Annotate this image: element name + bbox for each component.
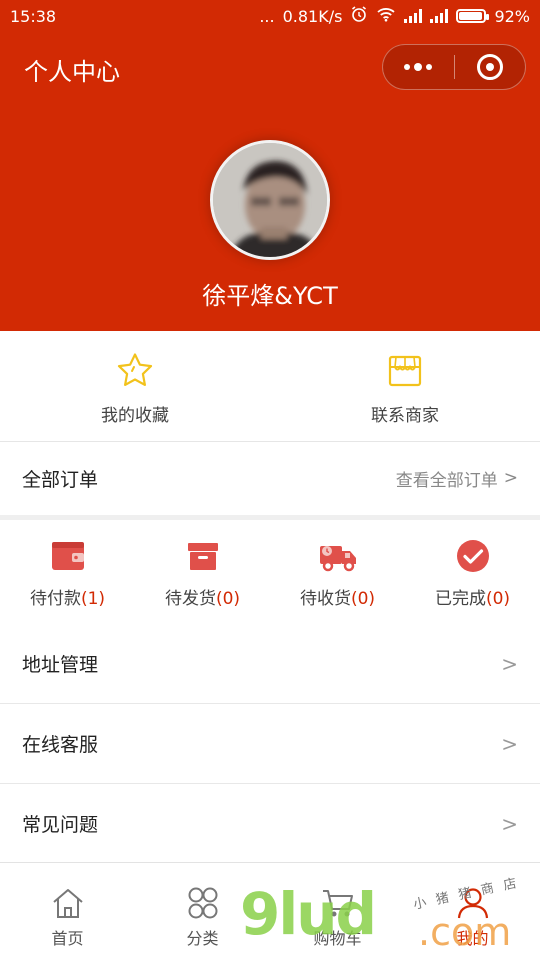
battery-percent: 92% xyxy=(494,6,530,26)
tab-cart[interactable]: 购物车 xyxy=(270,863,405,960)
close-mini-program-button[interactable] xyxy=(455,45,526,89)
tab-category[interactable]: 分类 xyxy=(135,863,270,960)
box-icon xyxy=(185,538,221,578)
order-status-row: 待付款(1) 待发货(0) 待收货(0) 已完成(0) xyxy=(0,520,540,622)
tab-label: 购物车 xyxy=(313,929,362,948)
pending-payment-button[interactable]: 待付款(1) xyxy=(0,520,135,622)
chevron-right-icon: > xyxy=(501,651,518,676)
grid-icon xyxy=(185,887,221,923)
tab-label: 首页 xyxy=(51,929,84,948)
wifi-icon xyxy=(376,6,396,26)
tab-mine[interactable]: 我的 xyxy=(405,863,540,960)
chevron-right-icon: > xyxy=(503,468,518,488)
status-bar: 15:38 ... 0.81K/s 92% xyxy=(0,0,540,32)
network-speed: 0.81K/s xyxy=(282,6,343,26)
completed-count: (0) xyxy=(485,589,511,609)
mini-program-capsule xyxy=(382,44,526,90)
pending-payment-count: (1) xyxy=(80,589,106,609)
user-icon xyxy=(455,887,491,923)
chevron-right-icon: > xyxy=(501,731,518,756)
tab-label: 分类 xyxy=(186,929,219,948)
battery-icon xyxy=(456,9,490,23)
status-time: 15:38 xyxy=(10,6,57,26)
pending-shipment-count: (0) xyxy=(215,589,241,609)
avatar[interactable] xyxy=(210,140,330,260)
pending-shipment-button[interactable]: 待发货(0) xyxy=(135,520,270,622)
profile-header: 个人中心 徐平烽&YCT xyxy=(0,32,540,331)
all-orders-row[interactable]: 全部订单 查看全部订单 > xyxy=(0,441,540,515)
check-circle-icon xyxy=(455,538,491,578)
username: 徐平烽&YCT xyxy=(202,282,338,310)
chevron-right-icon: > xyxy=(501,811,518,836)
alarm-icon xyxy=(350,5,368,27)
view-all-orders-label: 查看全部订单 xyxy=(395,470,498,491)
favorites-button[interactable]: 我的收藏 xyxy=(0,331,270,441)
completed-label: 已完成 xyxy=(434,589,486,609)
home-icon xyxy=(50,887,86,923)
tab-label: 我的 xyxy=(456,929,489,948)
pending-shipment-label: 待发货 xyxy=(164,589,216,609)
target-icon xyxy=(476,54,503,80)
truck-icon xyxy=(318,538,358,578)
signal-icon xyxy=(404,9,423,23)
menu-item-label: 在线客服 xyxy=(22,734,99,756)
shop-icon xyxy=(385,351,425,395)
wallet-icon xyxy=(50,538,86,578)
page-title: 个人中心 xyxy=(24,58,120,86)
more-dots-icon: ... xyxy=(259,6,275,26)
pending-receipt-label: 待收货 xyxy=(299,589,351,609)
contact-merchant-button[interactable]: 联系商家 xyxy=(270,331,540,441)
favorites-label: 我的收藏 xyxy=(101,406,169,426)
signal-icon-2 xyxy=(430,9,449,23)
avatar-photo xyxy=(213,143,327,257)
pending-receipt-count: (0) xyxy=(350,589,376,609)
all-orders-title: 全部订单 xyxy=(22,468,99,491)
tab-bar: 首页 分类 购物车 我的 xyxy=(0,862,540,960)
more-dots-icon xyxy=(404,63,433,71)
tab-home[interactable]: 首页 xyxy=(0,863,135,960)
quick-actions: 我的收藏 联系商家 xyxy=(0,331,540,441)
contact-merchant-label: 联系商家 xyxy=(371,406,439,426)
menu-item-customer-service[interactable]: 在线客服 > xyxy=(0,704,540,784)
more-button[interactable] xyxy=(383,45,454,89)
menu-item-label: 常见问题 xyxy=(22,814,99,836)
menu-item-label: 地址管理 xyxy=(22,654,99,676)
menu-item-address[interactable]: 地址管理 > xyxy=(0,624,540,704)
view-all-orders-link[interactable]: 查看全部订单 > xyxy=(396,466,518,491)
pending-receipt-button[interactable]: 待收货(0) xyxy=(270,520,405,622)
status-indicators: ... 0.81K/s 92% xyxy=(259,5,530,27)
pending-payment-label: 待付款 xyxy=(29,589,81,609)
menu-item-faq[interactable]: 常见问题 > xyxy=(0,784,540,864)
completed-button[interactable]: 已完成(0) xyxy=(405,520,540,622)
cart-icon xyxy=(320,887,356,923)
star-icon xyxy=(115,351,155,395)
